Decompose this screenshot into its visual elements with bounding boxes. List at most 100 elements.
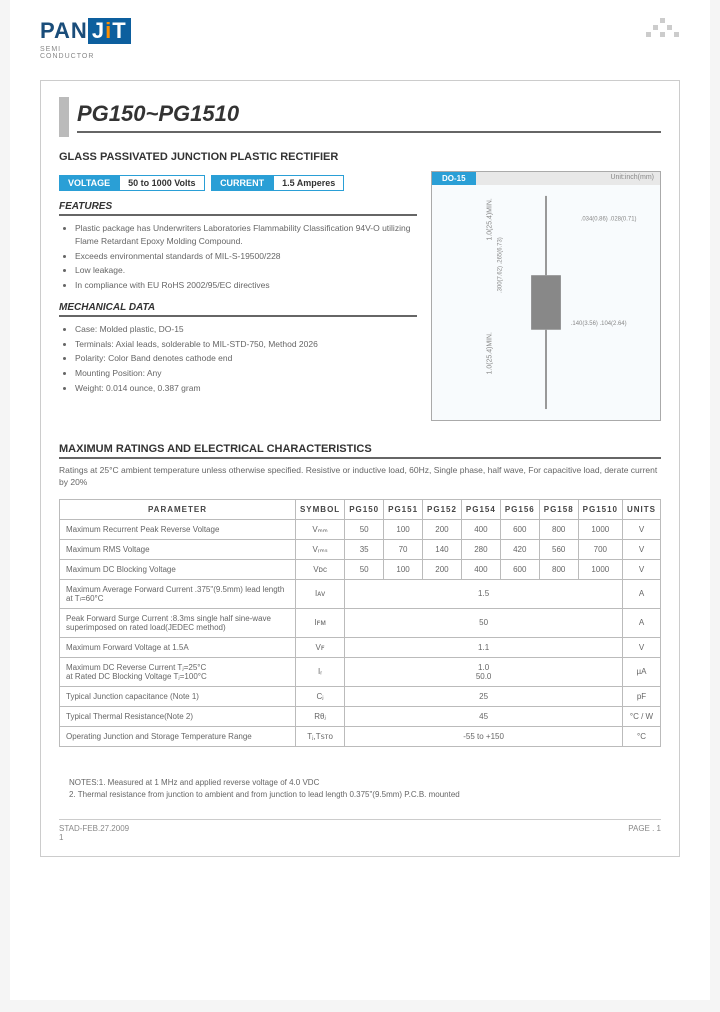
param-cell: Peak Forward Surge Current :8.3ms single… bbox=[60, 608, 296, 637]
table-header-cell: PG156 bbox=[500, 499, 539, 519]
unit-cell: V bbox=[623, 539, 661, 559]
table-header-cell: PG158 bbox=[539, 499, 578, 519]
current-label-pill: CURRENT bbox=[211, 175, 273, 191]
value-cell: 100 bbox=[384, 559, 423, 579]
list-item: Mounting Position: Any bbox=[75, 367, 417, 380]
unit-cell: A bbox=[623, 608, 661, 637]
mechanical-list: Case: Molded plastic, DO-15Terminals: Ax… bbox=[59, 323, 417, 395]
svg-text:.034(0.86) .028(0.71): .034(0.86) .028(0.71) bbox=[581, 217, 637, 223]
value-cell: 70 bbox=[384, 539, 423, 559]
value-cell: 35 bbox=[345, 539, 384, 559]
page-footer: STAD-FEB.27.2009 PAGE . 1 bbox=[59, 819, 661, 833]
value-cell: 280 bbox=[461, 539, 500, 559]
package-outline-icon: 1.0(25.4)MIN. 1.0(25.4)MIN. .300(7.62) .… bbox=[432, 185, 660, 415]
symbol-cell: Iᴀᴠ bbox=[295, 579, 344, 608]
table-row: Maximum RMS VoltageVᵣₘₛ35701402804205607… bbox=[60, 539, 661, 559]
table-header-cell: PG154 bbox=[461, 499, 500, 519]
logo-subtitle: SEMI CONDUCTOR bbox=[40, 46, 131, 60]
list-item: Exceeds environmental standards of MIL-S… bbox=[75, 250, 417, 263]
value-cell: 200 bbox=[423, 559, 462, 579]
value-cell: 140 bbox=[423, 539, 462, 559]
table-header-cell: PG151 bbox=[384, 499, 423, 519]
upper-columns: VOLTAGE50 to 1000 Volts CURRENT1.5 Amper… bbox=[59, 171, 661, 421]
unit-cell: pF bbox=[623, 686, 661, 706]
value-cell: 100 bbox=[384, 519, 423, 539]
symbol-cell: Vₘₘ bbox=[295, 519, 344, 539]
ratings-table: PARAMETERSYMBOLPG150PG151PG152PG154PG156… bbox=[59, 499, 661, 747]
param-cell: Maximum DC Blocking Voltage bbox=[60, 559, 296, 579]
param-cell: Maximum RMS Voltage bbox=[60, 539, 296, 559]
value-cell: 800 bbox=[539, 559, 578, 579]
table-row: Peak Forward Surge Current :8.3ms single… bbox=[60, 608, 661, 637]
features-list: Plastic package has Underwriters Laborat… bbox=[59, 222, 417, 292]
value-cell: 1.0 50.0 bbox=[345, 657, 623, 686]
value-cell: 50 bbox=[345, 608, 623, 637]
value-cell: 1.1 bbox=[345, 637, 623, 657]
value-cell: 600 bbox=[500, 559, 539, 579]
table-row: Maximum DC Reverse Current Tⱼ=25°C at Ra… bbox=[60, 657, 661, 686]
company-logo: PANJiT SEMI CONDUCTOR bbox=[40, 18, 131, 60]
note-2: 2. Thermal resistance from junction to a… bbox=[109, 789, 661, 801]
product-subtitle: GLASS PASSIVATED JUNCTION PLASTIC RECTIF… bbox=[59, 151, 661, 163]
value-cell: 420 bbox=[500, 539, 539, 559]
value-cell: 400 bbox=[461, 559, 500, 579]
spec-pills: VOLTAGE50 to 1000 Volts CURRENT1.5 Amper… bbox=[59, 175, 417, 191]
table-row: Typical Junction capacitance (Note 1)Cⱼ2… bbox=[60, 686, 661, 706]
package-name: DO-15 bbox=[432, 172, 476, 185]
list-item: Terminals: Axial leads, solderable to MI… bbox=[75, 338, 417, 351]
value-cell: 50 bbox=[345, 519, 384, 539]
value-cell: 50 bbox=[345, 559, 384, 579]
table-header-cell: PG150 bbox=[345, 499, 384, 519]
unit-cell: A bbox=[623, 579, 661, 608]
svg-text:.300(7.62) .265(6.73): .300(7.62) .265(6.73) bbox=[497, 237, 503, 293]
unit-cell: °C bbox=[623, 726, 661, 746]
list-item: Low leakage. bbox=[75, 264, 417, 277]
param-cell: Operating Junction and Storage Temperatu… bbox=[60, 726, 296, 746]
symbol-cell: Cⱼ bbox=[295, 686, 344, 706]
footer-page-small: 1 bbox=[59, 833, 661, 842]
table-header-cell: SYMBOL bbox=[295, 499, 344, 519]
datasheet-page: PANJiT SEMI CONDUCTOR PG150~PG1510 GLASS… bbox=[10, 0, 710, 1000]
table-header-cell: PARAMETER bbox=[60, 499, 296, 519]
symbol-cell: Vꜰ bbox=[295, 637, 344, 657]
table-row: Maximum DC Blocking VoltageVᴅᴄ5010020040… bbox=[60, 559, 661, 579]
value-cell: 1000 bbox=[578, 559, 622, 579]
voltage-value: 50 to 1000 Volts bbox=[119, 175, 204, 191]
symbol-cell: Rθⱼ bbox=[295, 706, 344, 726]
table-row: Maximum Average Forward Current .375"(9.… bbox=[60, 579, 661, 608]
max-ratings-header: MAXIMUM RATINGS AND ELECTRICAL CHARACTER… bbox=[59, 443, 661, 459]
footer-page: PAGE . 1 bbox=[628, 824, 661, 833]
features-header: FEATURES bbox=[59, 201, 417, 216]
list-item: Polarity: Color Band denotes cathode end bbox=[75, 352, 417, 365]
value-cell: 800 bbox=[539, 519, 578, 539]
table-header-cell: UNITS bbox=[623, 499, 661, 519]
decorative-dots-icon bbox=[646, 18, 680, 44]
package-unit: Unit:inch(mm) bbox=[476, 172, 660, 185]
param-cell: Maximum Average Forward Current .375"(9.… bbox=[60, 579, 296, 608]
symbol-cell: Vᴅᴄ bbox=[295, 559, 344, 579]
footer-date: STAD-FEB.27.2009 bbox=[59, 824, 129, 833]
notes-section: NOTES:1. Measured at 1 MHz and applied r… bbox=[59, 777, 661, 801]
param-cell: Typical Junction capacitance (Note 1) bbox=[60, 686, 296, 706]
unit-cell: V bbox=[623, 519, 661, 539]
title-block: PG150~PG1510 bbox=[59, 97, 661, 137]
unit-cell: V bbox=[623, 637, 661, 657]
value-cell: 700 bbox=[578, 539, 622, 559]
content-frame: PG150~PG1510 GLASS PASSIVATED JUNCTION P… bbox=[40, 80, 680, 857]
svg-text:1.0(25.4)MIN.: 1.0(25.4)MIN. bbox=[486, 332, 493, 374]
table-header-cell: PG1510 bbox=[578, 499, 622, 519]
list-item: Plastic package has Underwriters Laborat… bbox=[75, 222, 417, 248]
param-cell: Typical Thermal Resistance(Note 2) bbox=[60, 706, 296, 726]
table-row: Operating Junction and Storage Temperatu… bbox=[60, 726, 661, 746]
unit-cell: V bbox=[623, 559, 661, 579]
value-cell: -55 to +150 bbox=[345, 726, 623, 746]
table-row: Maximum Forward Voltage at 1.5AVꜰ1.1V bbox=[60, 637, 661, 657]
logo-text-j: J bbox=[92, 18, 105, 43]
table-row: Maximum Recurrent Peak Reverse VoltageVₘ… bbox=[60, 519, 661, 539]
unit-cell: °C / W bbox=[623, 706, 661, 726]
value-cell: 1.5 bbox=[345, 579, 623, 608]
symbol-cell: Iꜰᴍ bbox=[295, 608, 344, 637]
voltage-label-pill: VOLTAGE bbox=[59, 175, 119, 191]
mechanical-header: MECHANICAL DATA bbox=[59, 302, 417, 317]
param-cell: Maximum DC Reverse Current Tⱼ=25°C at Ra… bbox=[60, 657, 296, 686]
